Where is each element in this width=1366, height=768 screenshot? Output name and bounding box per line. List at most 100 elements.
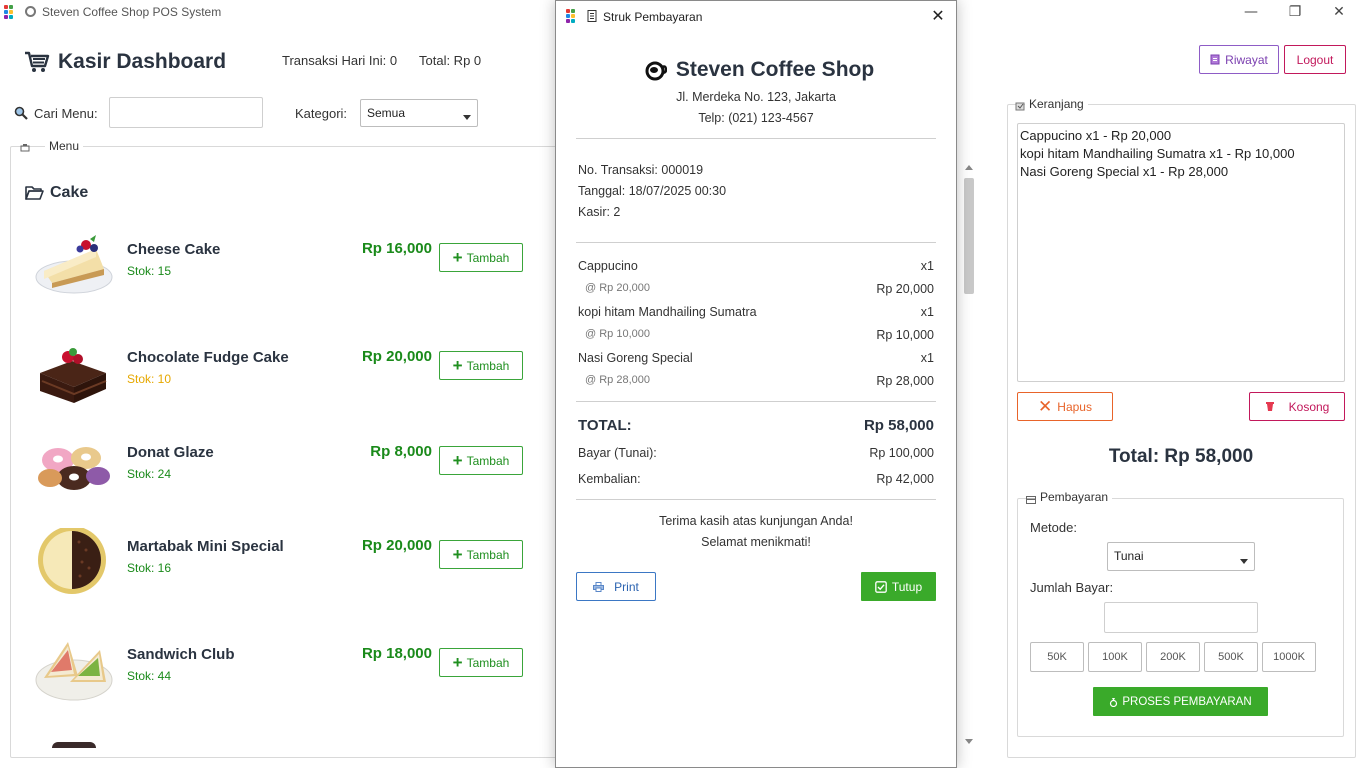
close-receipt-button-label: Tutup <box>891 579 923 594</box>
receipt-paid-label: Bayar (Tunai): <box>578 446 657 460</box>
divider <box>576 242 936 243</box>
receipt-date: Tanggal: 18/07/2025 00:30 <box>578 184 727 198</box>
receipt-line-subtotal: Rp 28,000 <box>876 374 934 388</box>
receipt-dialog-titlebar: Struk Pembayaran ✕ <box>556 1 956 32</box>
logout-button-label: Logout <box>1296 52 1334 67</box>
divider <box>576 499 936 500</box>
menu-scrollbar[interactable] <box>962 160 976 750</box>
print-button[interactable]: Print <box>576 572 656 601</box>
add-to-cart-button[interactable]: + Tambah <box>439 351 523 380</box>
plus-icon: + <box>452 247 463 267</box>
scrollbar-thumb[interactable] <box>964 178 974 294</box>
chevron-down-icon <box>1240 559 1248 564</box>
receipt-cashier: Kasir: 2 <box>578 205 621 219</box>
category-label: Kategori: <box>295 106 348 121</box>
plus-icon: + <box>452 652 463 672</box>
payment-method-select[interactable]: Tunai <box>1107 542 1255 571</box>
quick-amount-1000k[interactable]: 1000K <box>1262 642 1316 672</box>
close-receipt-button[interactable]: Tutup <box>861 572 936 601</box>
add-button-label: Tambah <box>466 453 510 468</box>
receipt-line-qty: x1 <box>920 351 934 365</box>
category-select[interactable]: Semua <box>360 99 478 127</box>
receipt-change-label: Kembalian: <box>578 472 641 486</box>
print-button-label: Print <box>614 579 639 594</box>
next-menu-item-image <box>52 742 96 748</box>
payment-group-label: Pembayaran <box>1036 490 1113 504</box>
minimize-button[interactable]: — <box>1228 2 1274 22</box>
menu-item-price: Rp 8,000 <box>370 443 432 460</box>
menu-item-stock: Stok: 44 <box>127 669 172 683</box>
receipt-line-name: Cappucino <box>578 259 638 273</box>
receipt-address: Jl. Merdeka No. 123, Jakarta <box>676 90 836 104</box>
receipt-transaction-no: No. Transaksi: 000019 <box>578 163 704 177</box>
menu-item-price: Rp 16,000 <box>361 240 432 257</box>
pos-app-window: Steven Coffee Shop POS System — ❐ ✕ Kasi… <box>0 0 1366 768</box>
checkbox-icon <box>875 580 887 593</box>
search-input[interactable] <box>109 97 263 128</box>
payment-method-value: Tunai <box>1114 549 1144 563</box>
add-to-cart-button[interactable]: + Tambah <box>439 648 523 677</box>
add-to-cart-button[interactable]: + Tambah <box>439 243 523 272</box>
receipt-total-label: TOTAL: <box>578 417 632 434</box>
scroll-down-icon[interactable] <box>965 739 973 744</box>
process-payment-label: PROSES PEMBAYARAN <box>1122 695 1252 708</box>
cart-list-item[interactable]: kopi hitam Mandhailing Sumatra x1 - Rp 1… <box>1020 145 1342 163</box>
divider <box>576 401 936 402</box>
clear-cart-button-label: Kosong <box>1288 399 1330 414</box>
cheese-cake-image <box>35 235 113 294</box>
receipt-total-value: Rp 58,000 <box>863 417 934 434</box>
printer-icon <box>593 581 605 592</box>
delete-item-button-label: Hapus <box>1057 399 1092 414</box>
close-window-button[interactable]: ✕ <box>1316 2 1362 22</box>
add-to-cart-button[interactable]: + Tambah <box>439 540 523 569</box>
cart-list-item[interactable]: Cappucino x1 - Rp 20,000 <box>1020 127 1342 145</box>
maximize-button[interactable]: ❐ <box>1272 2 1318 22</box>
menu-item: Martabak Mini Special Stok: 16 Rp 20,000… <box>30 528 530 608</box>
card-icon <box>1026 496 1036 504</box>
menu-item-name: Donat Glaze <box>127 444 214 461</box>
process-payment-button[interactable]: PROSES PEMBAYARAN <box>1093 687 1268 716</box>
receipt-line-name: Nasi Goreng Special <box>578 351 693 365</box>
menu-item: Donat Glaze Stok: 24 Rp 8,000 + Tambah <box>30 434 530 514</box>
history-icon <box>1210 54 1220 65</box>
menu-item: Sandwich Club Stok: 44 Rp 18,000 + Tambah <box>30 636 530 716</box>
quick-amount-500k[interactable]: 500K <box>1204 642 1258 672</box>
history-button[interactable]: Riwayat <box>1199 45 1279 74</box>
plus-icon: + <box>452 355 463 375</box>
menu-item: Chocolate Fudge Cake Stok: 10 Rp 20,000 … <box>30 339 530 419</box>
donut-image <box>38 447 110 490</box>
cart-list-item[interactable]: Nasi Goreng Special x1 - Rp 28,000 <box>1020 163 1342 181</box>
add-to-cart-button[interactable]: + Tambah <box>439 446 523 475</box>
cart-group-icon <box>1015 102 1025 111</box>
coffee-cup-icon <box>25 6 36 17</box>
receipt-line-subtotal: Rp 10,000 <box>876 328 934 342</box>
category-select-value: Semua <box>367 106 406 120</box>
scroll-up-icon[interactable] <box>965 165 973 170</box>
logout-button[interactable]: Logout <box>1284 45 1346 74</box>
transactions-today: Transaksi Hari Ini: 0 <box>282 53 398 68</box>
cart-group-label: Keranjang <box>1025 97 1088 111</box>
cart-list[interactable]: Cappucino x1 - Rp 20,000 kopi hitam Mand… <box>1017 123 1345 382</box>
receipt-line-unit-price: @ Rp 28,000 <box>585 374 650 386</box>
money-bag-icon <box>1110 697 1118 707</box>
category-title: Cake <box>50 184 89 201</box>
receipt-icon <box>587 10 597 22</box>
plus-icon: + <box>452 450 463 470</box>
cart-total: Total: Rp 58,000 <box>1108 446 1254 467</box>
amount-input[interactable] <box>1104 602 1258 633</box>
receipt-change-value: Rp 42,000 <box>876 472 934 486</box>
receipt-close-icon[interactable]: ✕ <box>928 6 948 26</box>
delete-item-button[interactable]: ✕ Hapus <box>1017 392 1113 421</box>
menu-item: Cheese Cake Stok: 15 Rp 16,000 + Tambah <box>30 231 530 311</box>
total-today: Total: Rp 0 <box>419 53 482 68</box>
chocolate-cake-image <box>40 348 107 403</box>
menu-item-name: Sandwich Club <box>127 646 235 663</box>
receipt-thanks: Terima kasih atas kunjungan Anda! <box>659 514 853 528</box>
receipt-shop-name: Steven Coffee Shop <box>675 58 875 81</box>
clear-cart-button[interactable]: Kosong <box>1249 392 1345 421</box>
menu-item-stock: Stok: 24 <box>127 467 172 481</box>
quick-amount-100k[interactable]: 100K <box>1088 642 1142 672</box>
quick-amount-50k[interactable]: 50K <box>1030 642 1084 672</box>
app-logo-icon <box>4 5 18 19</box>
quick-amount-200k[interactable]: 200K <box>1146 642 1200 672</box>
